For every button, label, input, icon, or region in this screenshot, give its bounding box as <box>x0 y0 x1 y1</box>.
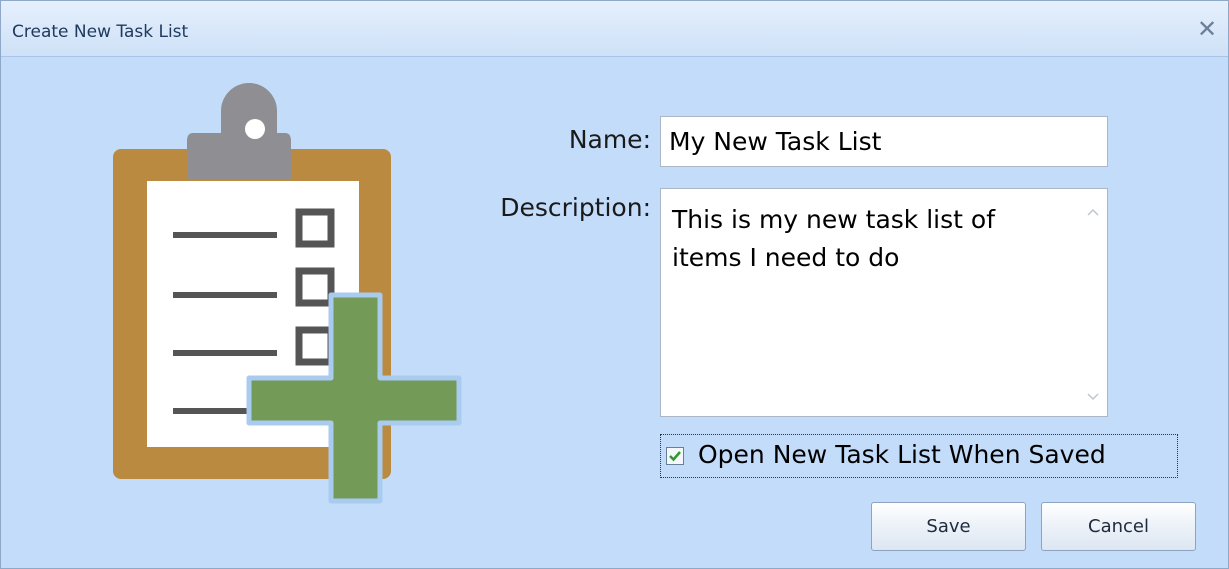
description-scrollbar[interactable] <box>1080 190 1106 415</box>
clipboard-add-icon <box>113 83 462 504</box>
name-label: Name: <box>568 125 651 154</box>
open-when-saved-label[interactable]: Open New Task List When Saved <box>698 440 1106 469</box>
description-label: Description: <box>500 193 651 222</box>
cancel-button[interactable]: Cancel <box>1041 502 1196 551</box>
dialog-window: Create New Task List ✕ Name: Description… <box>0 0 1229 569</box>
description-textarea[interactable]: This is my new task list of items I need… <box>660 188 1108 417</box>
title-bar: Create New Task List ✕ <box>1 1 1228 57</box>
close-icon[interactable]: ✕ <box>1193 15 1221 43</box>
window-title: Create New Task List <box>12 22 189 42</box>
checkmark-icon <box>669 451 681 462</box>
chevron-down-icon[interactable] <box>1080 383 1106 409</box>
description-text[interactable]: This is my new task list of items I need… <box>672 201 1062 277</box>
name-field[interactable] <box>660 116 1108 167</box>
open-when-saved-checkbox[interactable] <box>666 447 684 465</box>
save-button[interactable]: Save <box>871 502 1026 551</box>
chevron-up-icon[interactable] <box>1080 198 1106 224</box>
open-when-saved-option[interactable]: Open New Task List When Saved <box>660 434 1178 478</box>
